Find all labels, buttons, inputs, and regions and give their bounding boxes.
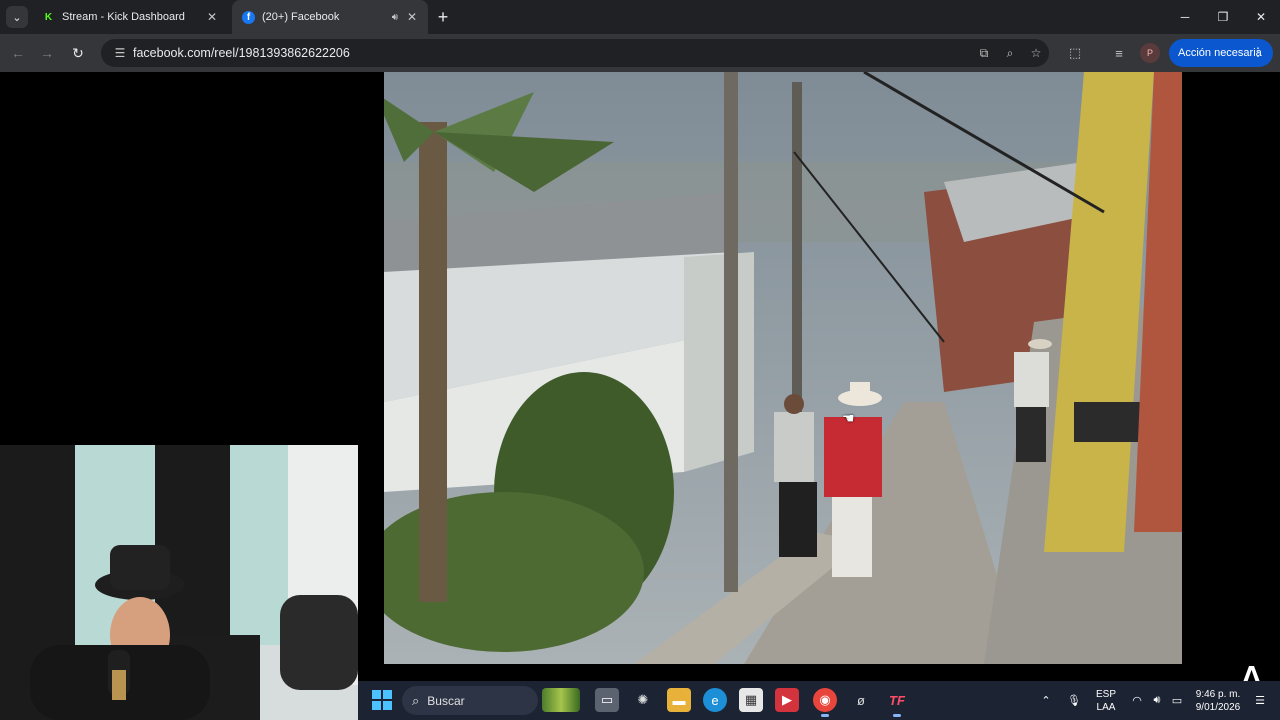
clock-time: 9:46 p. m. xyxy=(1195,688,1241,700)
windows-taskbar: ⌕ Buscar ▭ ✺ ▬ e ▦ ▶ ◉ ø TF ⌃ 🎙︎ ESP LAA… xyxy=(358,681,1280,720)
notifications-icon[interactable]: ☰ xyxy=(1250,681,1270,720)
task-view-icon[interactable]: ▭ xyxy=(595,688,619,712)
clock-date: 9/01/2026 xyxy=(1195,701,1241,713)
tab-facebook[interactable]: f (20+) Facebook 🔊︎ ✕ xyxy=(232,0,428,34)
close-tab-icon[interactable]: ✕ xyxy=(404,9,420,25)
windows-start-icon[interactable] xyxy=(372,690,392,710)
back-button[interactable]: ← xyxy=(6,41,30,65)
extensions-icon[interactable]: ⬚ xyxy=(1065,43,1085,63)
microphone-icon[interactable]: 🎙︎ xyxy=(1062,681,1086,720)
search-label: Buscar xyxy=(427,693,465,708)
keyboard-layout: LAA xyxy=(1096,701,1116,713)
search-highlight-image[interactable] xyxy=(542,688,580,712)
tab-strip: ⌄ K Stream - Kick Dashboard ✕ f (20+) Fa… xyxy=(0,0,1280,34)
more-menu-icon[interactable]: ⋮ xyxy=(1252,45,1264,59)
language-indicator[interactable]: ESP LAA xyxy=(1092,681,1120,720)
folder-icon[interactable]: ▬ xyxy=(667,688,691,712)
edge-icon[interactable]: e xyxy=(703,688,727,712)
install-app-icon[interactable]: ⧉ xyxy=(971,46,997,61)
close-tab-icon[interactable]: ✕ xyxy=(204,9,220,25)
site-info-icon[interactable]: ☰ xyxy=(107,46,133,60)
mouse-cursor-icon: ☚ xyxy=(842,410,855,426)
tab-title: Stream - Kick Dashboard xyxy=(62,11,185,23)
wifi-icon[interactable]: ◠ xyxy=(1128,681,1146,720)
address-bar[interactable]: ☰ facebook.com/reel/1981393862622206 ⧉ ⌕… xyxy=(101,39,1049,67)
restore-button[interactable]: ❐ xyxy=(1204,0,1242,34)
taskbar-search[interactable]: ⌕ Buscar xyxy=(402,686,538,715)
close-window-button[interactable]: ✕ xyxy=(1242,0,1280,34)
video-frame-image xyxy=(384,72,1182,664)
chatgpt-icon[interactable]: ✺ xyxy=(631,688,655,712)
action-required-button[interactable]: Acción necesaria ⋮ xyxy=(1169,39,1273,67)
action-required-label: Acción necesaria xyxy=(1178,47,1262,59)
show-hidden-icons-button[interactable]: ⌃ xyxy=(1034,681,1058,720)
tab-title: (20+) Facebook xyxy=(262,11,340,23)
facebook-logo-icon: f xyxy=(242,10,255,24)
system-clock[interactable]: 9:46 p. m. 9/01/2026 xyxy=(1190,681,1246,720)
bookmark-star-icon[interactable]: ☆ xyxy=(1023,46,1049,60)
profile-avatar[interactable]: P xyxy=(1140,43,1160,63)
reload-button[interactable]: ↻ xyxy=(66,41,90,65)
app-icon[interactable]: ø xyxy=(849,688,873,712)
battery-icon[interactable]: ▭ xyxy=(1168,681,1186,720)
new-tab-button[interactable]: + xyxy=(432,6,454,28)
tf-icon[interactable]: TF xyxy=(885,688,909,717)
url-text[interactable]: facebook.com/reel/1981393862622206 xyxy=(133,46,971,60)
zoom-icon[interactable]: ⌕ xyxy=(997,46,1023,61)
speaker-icon[interactable]: 🔊︎ xyxy=(392,12,398,23)
kick-logo-icon: K xyxy=(44,11,53,23)
tab-kick-dashboard[interactable]: K Stream - Kick Dashboard ✕ xyxy=(32,0,228,34)
language-code: ESP xyxy=(1095,688,1116,700)
browser-toolbar: ← → ↻ ☰ facebook.com/reel/19813938626222… xyxy=(0,34,1280,72)
volume-icon[interactable]: 🔊︎ xyxy=(1148,681,1166,720)
reel-video[interactable] xyxy=(384,72,1182,664)
webcam-overlay xyxy=(0,445,358,720)
minimize-button[interactable]: ─ xyxy=(1166,0,1204,34)
store-icon[interactable]: ▦ xyxy=(739,688,763,712)
media-control-icon[interactable]: ≡ xyxy=(1109,43,1129,63)
streamer-webcam-image xyxy=(0,445,358,720)
video-editor-icon[interactable]: ▶ xyxy=(775,688,799,712)
tab-search-button[interactable]: ⌄ xyxy=(6,6,28,28)
search-icon: ⌕ xyxy=(412,692,420,708)
forward-button[interactable]: → xyxy=(35,41,59,65)
chrome-icon[interactable]: ◉ xyxy=(813,688,837,717)
